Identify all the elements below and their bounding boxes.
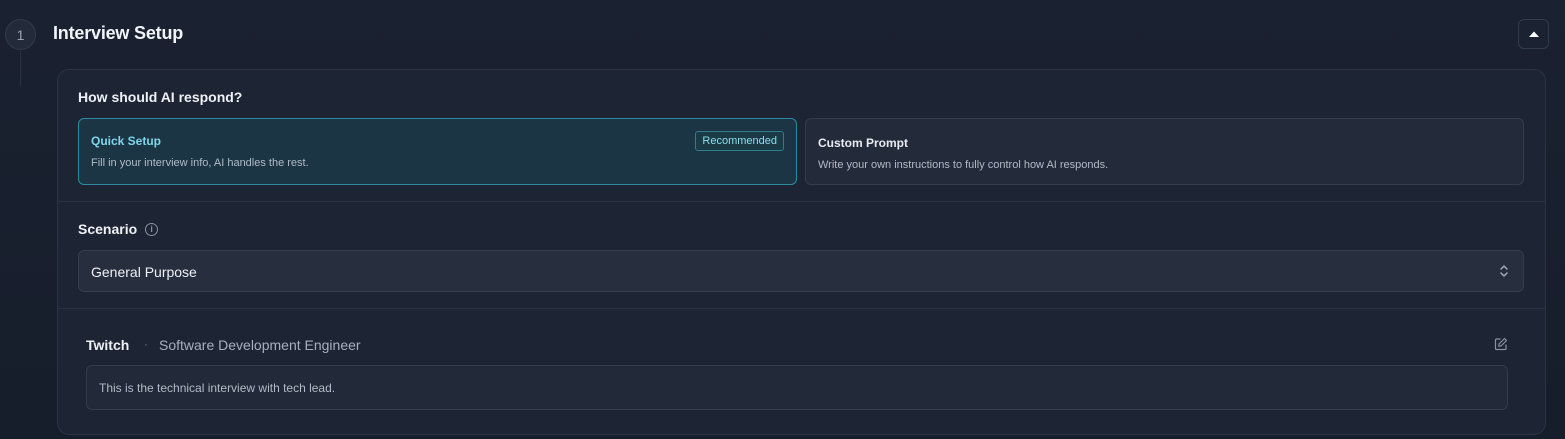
interview-setup-page: 1 Interview Setup How should AI respond?… (0, 0, 1565, 439)
interview-notes-field[interactable]: This is the technical interview with tec… (86, 365, 1508, 410)
recommended-badge: Recommended (695, 131, 784, 151)
response-mode-question: How should AI respond? (78, 89, 243, 105)
custom-prompt-title: Custom Prompt (818, 136, 908, 150)
step-connector-line (20, 51, 21, 86)
quick-setup-option[interactable]: Quick Setup Recommended Fill in your int… (78, 118, 797, 185)
setup-card: How should AI respond? Quick Setup Recom… (57, 69, 1546, 435)
custom-prompt-description: Write your own instructions to fully con… (818, 159, 1109, 171)
scenario-select[interactable]: General Purpose (78, 250, 1524, 292)
quick-setup-title: Quick Setup (91, 134, 162, 148)
role-title: Software Development Engineer (159, 337, 361, 353)
scenario-label: Scenario i (78, 221, 159, 237)
step-number: 1 (16, 26, 25, 43)
scenario-label-text: Scenario (78, 221, 138, 237)
section-title: Interview Setup (53, 23, 184, 43)
caret-up-icon (1528, 31, 1539, 37)
interview-notes-text: This is the technical interview with tec… (99, 381, 336, 395)
info-icon[interactable]: i (145, 222, 159, 236)
separator-dot: · (144, 337, 148, 351)
scenario-selected-value: General Purpose (91, 264, 197, 280)
edit-icon[interactable] (1494, 337, 1508, 351)
company-name: Twitch (86, 337, 130, 353)
collapse-section-button[interactable] (1518, 19, 1549, 49)
divider (58, 308, 1545, 309)
quick-setup-description: Fill in your interview info, AI handles … (91, 157, 309, 169)
chevron-up-down-icon (1500, 265, 1508, 277)
divider (58, 201, 1545, 202)
step-number-badge: 1 (5, 19, 36, 50)
custom-prompt-option[interactable]: Custom Prompt Write your own instruction… (805, 118, 1524, 185)
